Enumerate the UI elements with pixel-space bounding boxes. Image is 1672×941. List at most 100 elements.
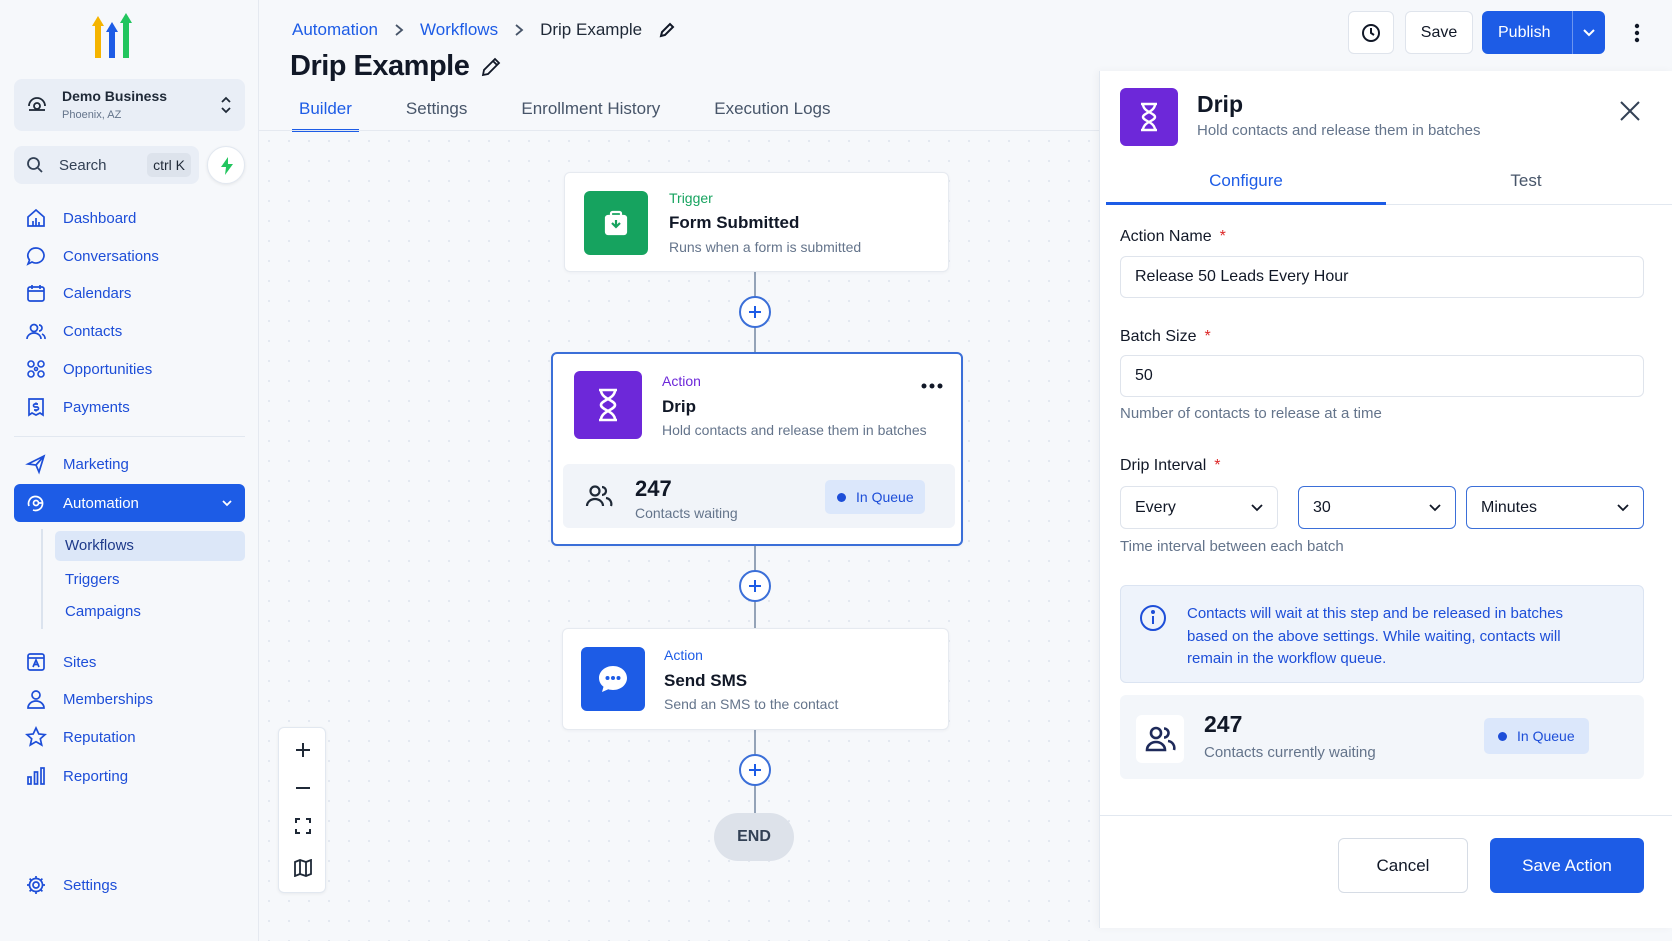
waiting-count: 247 bbox=[1204, 711, 1243, 737]
edit-title-button[interactable] bbox=[479, 55, 503, 84]
sidebar-item-reputation[interactable]: Reputation bbox=[14, 721, 245, 753]
publish-label: Publish bbox=[1498, 23, 1551, 41]
sidebar-item-payments[interactable]: Payments bbox=[14, 391, 245, 423]
business-name: Demo Business bbox=[62, 88, 168, 104]
plus-icon bbox=[749, 764, 761, 776]
sidebar-item-opportunities[interactable]: Opportunities bbox=[14, 353, 245, 385]
batch-size-input[interactable] bbox=[1120, 355, 1644, 397]
node-type: Action bbox=[662, 373, 701, 389]
breadcrumb-automation[interactable]: Automation bbox=[292, 20, 378, 40]
sidebar-item-dashboard[interactable]: Dashboard bbox=[14, 202, 245, 234]
page-title: Drip Example bbox=[290, 50, 470, 82]
info-text: Contacts will wait at this step and be r… bbox=[1187, 605, 1564, 667]
interval-unit-select[interactable]: Minutes bbox=[1466, 486, 1644, 529]
chevron-down-icon[interactable] bbox=[1573, 28, 1605, 38]
send-sms-node[interactable]: Action Send SMS Send an SMS to the conta… bbox=[562, 628, 949, 730]
app-logo[interactable] bbox=[84, 12, 140, 62]
clock-icon bbox=[1362, 23, 1380, 42]
drip-interval-help: Time interval between each batch bbox=[1120, 538, 1344, 555]
pencil-icon bbox=[659, 22, 675, 38]
automation-icon bbox=[25, 492, 47, 514]
sidebar-item-memberships[interactable]: Memberships bbox=[14, 683, 245, 715]
tab-test[interactable]: Test bbox=[1386, 161, 1666, 205]
minimap-button[interactable] bbox=[279, 848, 327, 888]
trigger-node[interactable]: Trigger Form Submitted Runs when a form … bbox=[564, 172, 949, 272]
sidebar-item-automation[interactable]: Automation bbox=[14, 484, 245, 522]
plus-icon bbox=[749, 580, 761, 592]
sidebar-item-sites[interactable]: Sites bbox=[14, 646, 245, 678]
sidebar-item-reporting[interactable]: Reporting bbox=[14, 760, 245, 792]
more-options-button[interactable] bbox=[1624, 20, 1650, 46]
search-label: Search bbox=[59, 157, 107, 174]
waiting-summary: 247 Contacts currently waiting In Queue bbox=[1120, 695, 1644, 779]
tab-enrollment-history[interactable]: Enrollment History bbox=[514, 95, 667, 132]
sidebar-divider bbox=[14, 436, 245, 437]
rename-button[interactable] bbox=[658, 21, 676, 39]
chevron-right-icon bbox=[514, 23, 524, 37]
star-icon bbox=[25, 726, 47, 748]
sidebar: Demo Business Phoenix, AZ Search ctrl K … bbox=[0, 0, 259, 941]
sidebar-subitem-triggers[interactable]: Triggers bbox=[55, 565, 245, 595]
search-button[interactable]: Search ctrl K bbox=[14, 146, 199, 184]
drip-node[interactable]: Action Drip Hold contacts and release th… bbox=[551, 352, 963, 546]
zoom-out-button[interactable] bbox=[279, 768, 327, 808]
action-name-input[interactable] bbox=[1120, 256, 1644, 298]
add-step-button[interactable] bbox=[739, 754, 771, 786]
quick-actions-button[interactable] bbox=[207, 146, 245, 184]
queue-summary: 247 Contacts waiting In Queue bbox=[563, 464, 955, 528]
sidebar-subitem-campaigns[interactable]: Campaigns bbox=[55, 597, 245, 627]
tab-settings[interactable]: Settings bbox=[399, 95, 474, 132]
cancel-button[interactable]: Cancel bbox=[1338, 838, 1468, 893]
sidebar-item-conversations[interactable]: Conversations bbox=[14, 240, 245, 272]
save-action-button[interactable]: Save Action bbox=[1490, 838, 1644, 893]
interval-every-select[interactable]: Every bbox=[1120, 486, 1278, 529]
tab-configure[interactable]: Configure bbox=[1106, 161, 1386, 205]
add-step-button[interactable] bbox=[739, 570, 771, 602]
more-vertical-icon bbox=[1634, 23, 1640, 43]
lightning-icon bbox=[221, 157, 233, 175]
minus-icon bbox=[296, 787, 310, 789]
sidebar-subitem-workflows[interactable]: Workflows bbox=[55, 531, 245, 561]
tab-execution-logs[interactable]: Execution Logs bbox=[707, 95, 837, 132]
sites-icon bbox=[25, 651, 47, 673]
node-menu-button[interactable] bbox=[921, 376, 945, 394]
payments-icon bbox=[25, 396, 47, 418]
history-button[interactable] bbox=[1348, 11, 1394, 54]
batch-size-help: Number of contacts to release at a time bbox=[1120, 405, 1382, 422]
close-panel-button[interactable] bbox=[1614, 95, 1646, 127]
batch-size-label: Batch Size * bbox=[1120, 328, 1211, 345]
interval-amount-select[interactable]: 30 bbox=[1298, 486, 1456, 529]
tab-builder[interactable]: Builder bbox=[292, 95, 359, 132]
gear-icon bbox=[25, 874, 47, 896]
add-step-button[interactable] bbox=[739, 296, 771, 328]
sidebar-item-contacts[interactable]: Contacts bbox=[14, 315, 245, 347]
status-dot bbox=[1498, 731, 1507, 741]
business-switcher[interactable]: Demo Business Phoenix, AZ bbox=[14, 79, 245, 131]
zoom-in-button[interactable] bbox=[279, 730, 327, 770]
opportunities-icon bbox=[25, 358, 47, 380]
save-button[interactable]: Save bbox=[1405, 11, 1473, 54]
send-icon bbox=[25, 453, 47, 475]
chevron-down-icon bbox=[1251, 503, 1263, 511]
breadcrumb: Automation Workflows Drip Example bbox=[292, 20, 676, 40]
fit-view-button[interactable] bbox=[279, 806, 327, 846]
publish-button[interactable]: Publish bbox=[1482, 11, 1605, 54]
sidebar-item-marketing[interactable]: Marketing bbox=[14, 448, 245, 480]
chevron-down-icon bbox=[1617, 503, 1629, 511]
close-icon bbox=[1620, 101, 1640, 121]
fullscreen-icon bbox=[295, 818, 311, 834]
users-icon bbox=[585, 485, 613, 507]
search-shortcut: ctrl K bbox=[147, 153, 191, 177]
info-callout: Contacts will wait at this step and be r… bbox=[1120, 585, 1644, 683]
more-horizontal-icon bbox=[921, 383, 943, 389]
sidebar-item-settings[interactable]: Settings bbox=[14, 869, 245, 901]
subnav-rail bbox=[41, 529, 43, 629]
chevron-right-icon bbox=[394, 23, 404, 37]
panel-subtitle: Hold contacts and release them in batche… bbox=[1197, 122, 1481, 139]
contacts-icon bbox=[25, 320, 47, 342]
sidebar-item-calendars[interactable]: Calendars bbox=[14, 277, 245, 309]
breadcrumb-workflows[interactable]: Workflows bbox=[420, 20, 498, 40]
chevron-down-icon bbox=[1429, 503, 1441, 511]
chevron-updown-icon bbox=[221, 96, 231, 114]
map-icon bbox=[294, 859, 312, 877]
